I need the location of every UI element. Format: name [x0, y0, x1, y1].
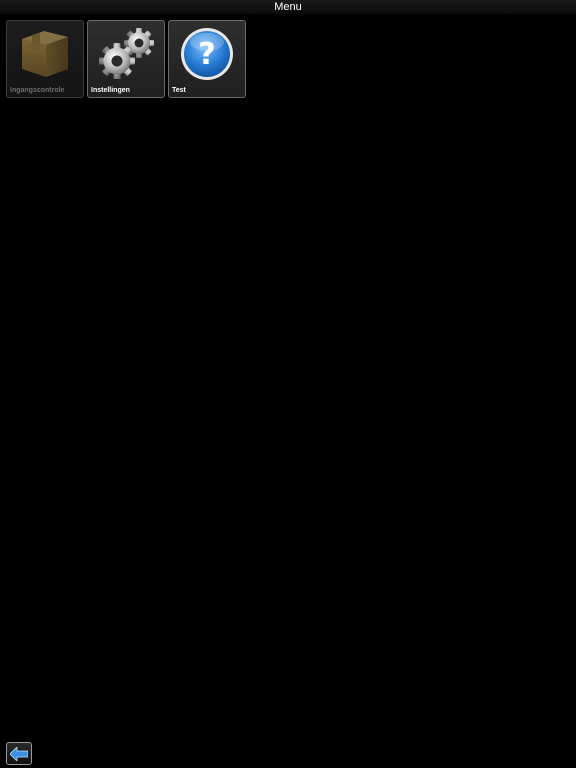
back-button[interactable]: [6, 742, 32, 765]
menu-screen: Menu Ingangscontrole Instellingen ? Test: [0, 0, 576, 768]
tile-label: Instellingen: [91, 87, 130, 94]
box-icon: [16, 25, 74, 83]
tile-test[interactable]: ? Test: [168, 20, 246, 98]
tile-ingangscontrole: Ingangscontrole: [6, 20, 84, 98]
menu-tile-grid: Ingangscontrole Instellingen ? Test: [6, 20, 246, 98]
page-title: Menu: [274, 1, 302, 13]
title-bar: Menu: [0, 0, 576, 14]
tile-instellingen[interactable]: Instellingen: [87, 20, 165, 98]
tile-label: Test: [172, 87, 186, 94]
question-icon: ?: [178, 25, 236, 83]
gears-icon: [97, 25, 155, 83]
svg-text:?: ?: [198, 37, 215, 72]
tile-label: Ingangscontrole: [10, 87, 65, 94]
